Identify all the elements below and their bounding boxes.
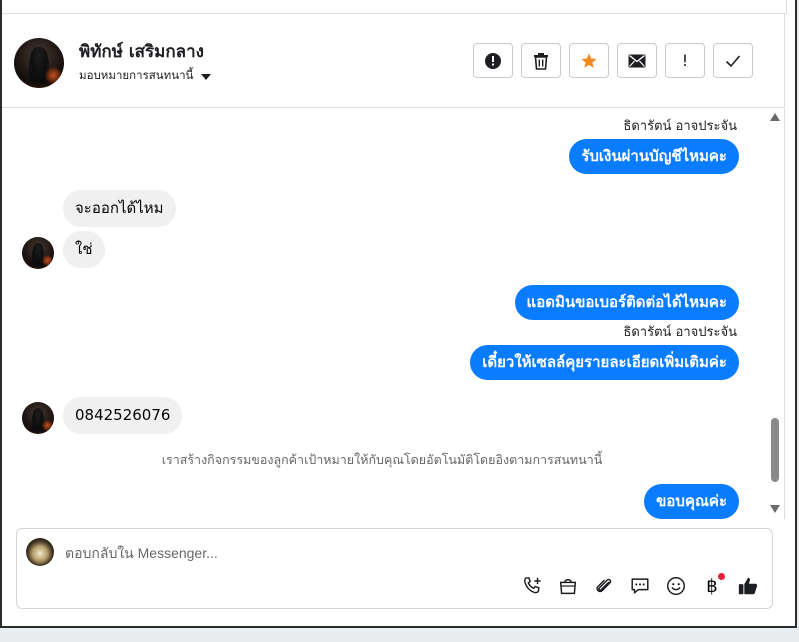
phone-plus-icon: [524, 576, 541, 594]
incoming-message[interactable]: 0842526076: [63, 397, 183, 434]
call-add-button[interactable]: [520, 574, 544, 598]
follow-up-button[interactable]: !: [665, 43, 705, 78]
outgoing-message[interactable]: เดี๋ยวให้เซลล์คุยรายละเอียดเพิ่มเติมค่ะ: [470, 345, 739, 380]
saved-replies-button[interactable]: [628, 574, 652, 598]
chat-bubble-icon: [631, 578, 649, 594]
thumbs-up-icon: [738, 577, 758, 595]
incoming-message[interactable]: จะออกได้ไหม: [63, 190, 176, 227]
trash-icon: [534, 52, 548, 70]
thread-scrollbar[interactable]: [770, 109, 780, 519]
mark-unread-button[interactable]: [617, 43, 657, 78]
conversation-actions: !: [473, 43, 753, 78]
shop-button[interactable]: [556, 574, 580, 598]
scroll-down-arrow-icon[interactable]: [770, 505, 780, 513]
notification-dot: [718, 573, 725, 580]
smiley-icon: [667, 577, 685, 595]
envelope-icon: [628, 54, 646, 67]
scroll-thumb[interactable]: [771, 418, 779, 482]
like-button[interactable]: [736, 574, 760, 598]
outgoing-message[interactable]: ขอบคุณค่ะ: [644, 484, 739, 519]
alert-circle-icon: [485, 52, 501, 69]
contact-name[interactable]: พิทักษ์ เสริมกลาง: [79, 38, 204, 65]
check-icon: [725, 54, 741, 67]
sender-label: ธิดารัตน์ อาจประจัน: [623, 325, 737, 340]
paperclip-icon: [596, 578, 612, 593]
contact-avatar-small: [22, 237, 54, 269]
conversation-header: พิทักษ์ เสริมกลาง มอบหมายการสนทนานี้ !: [2, 14, 785, 108]
sender-label: ธิดารัตน์ อาจประจัน: [623, 119, 737, 134]
message-thread: ธิดารัตน์ อาจประจัน รับเงินผ่านบัญชีไหมค…: [2, 109, 785, 519]
system-notice: เราสร้างกิจกรรมของลูกค้าเป้าหมายให้กับคุ…: [161, 452, 603, 467]
star-button[interactable]: [569, 43, 609, 78]
inbox-window: พิทักษ์ เสริมกลาง มอบหมายการสนทนานี้ ! ธ…: [0, 0, 797, 628]
baht-icon: ฿: [706, 575, 718, 597]
emoji-button[interactable]: [664, 574, 688, 598]
assign-conversation-dropdown[interactable]: มอบหมายการสนทนานี้: [79, 67, 212, 85]
reply-input[interactable]: [65, 542, 665, 564]
outgoing-message[interactable]: รับเงินผ่านบัญชีไหมคะ: [569, 139, 739, 174]
page-avatar: [26, 538, 54, 566]
payment-button[interactable]: ฿: [700, 573, 725, 598]
attach-button[interactable]: [592, 574, 616, 598]
contact-avatar[interactable]: [14, 38, 64, 88]
shopping-bag-icon: [559, 578, 577, 595]
caret-down-icon: [201, 73, 212, 80]
spam-button[interactable]: [473, 43, 513, 78]
assign-label: มอบหมายการสนทนานี้: [79, 68, 194, 82]
composer-tools: ฿: [520, 573, 760, 598]
contact-avatar-small: [22, 402, 54, 434]
exclamation-icon: !: [681, 51, 689, 70]
star-icon: [581, 53, 597, 68]
top-strip: [2, 0, 787, 14]
incoming-message[interactable]: ใช่: [63, 231, 105, 268]
delete-button[interactable]: [521, 43, 561, 78]
mark-done-button[interactable]: [713, 43, 753, 78]
reply-composer: ฿: [16, 528, 773, 609]
outgoing-message[interactable]: แอดมินขอเบอร์ติดต่อได้ไหมคะ: [514, 285, 739, 320]
scroll-up-arrow-icon[interactable]: [770, 113, 780, 121]
